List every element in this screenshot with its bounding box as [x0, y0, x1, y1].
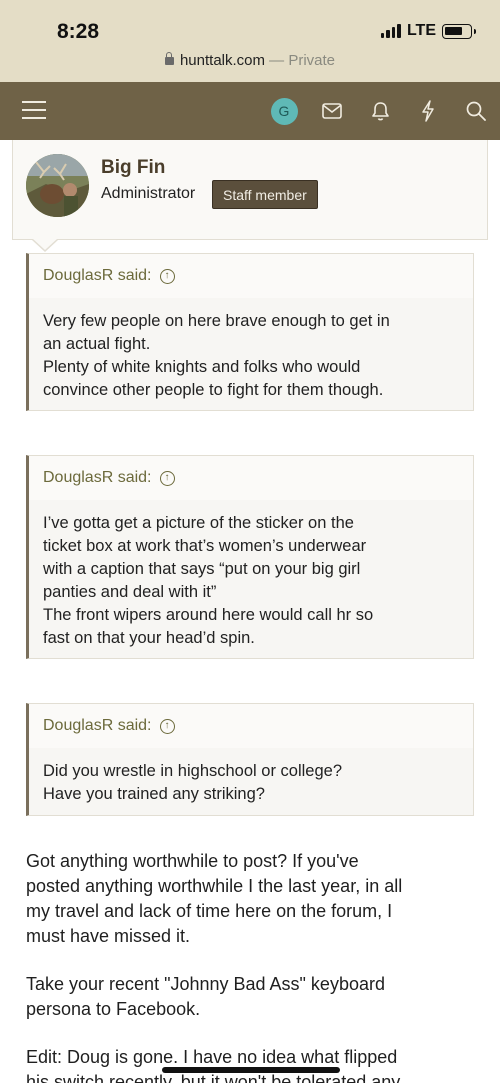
quote-block: DouglasR said: ↑ Very few people on here…	[26, 253, 474, 411]
post-line: Edit: Doug is gone. I have no idea what …	[26, 1047, 398, 1067]
quote-line: Very few people on here brave enough to …	[43, 312, 390, 330]
quote-block: DouglasR said: ↑ I’ve gotta get a pictur…	[26, 455, 474, 659]
private-mode-label: Private	[288, 52, 336, 69]
quote-attribution[interactable]: DouglasR said: ↑	[29, 456, 473, 500]
quote-text: Very few people on here brave enough to …	[29, 298, 473, 402]
address-bar[interactable]: hunttalk.com — Private	[0, 52, 500, 69]
user-avatar: G	[270, 97, 298, 125]
header-pointer-fill	[33, 239, 57, 250]
post-line: persona to Facebook.	[26, 999, 201, 1019]
post-line: my travel and lack of time here on the f…	[26, 901, 393, 921]
quote-attribution[interactable]: DouglasR said: ↑	[29, 704, 473, 748]
url-separator: —	[265, 52, 289, 69]
quote-author: DouglasR said:	[43, 267, 152, 284]
mail-icon[interactable]	[308, 82, 356, 140]
lock-icon	[164, 52, 174, 65]
jump-to-quote-icon[interactable]: ↑	[159, 470, 175, 486]
quote-line: The front wipers around here would call …	[43, 606, 374, 624]
quote-text: Did you wrestle in highschool or college…	[29, 748, 473, 806]
quote-line: panties and deal with it”	[43, 583, 217, 601]
status-indicators: LTE	[380, 22, 476, 40]
quote-author: DouglasR said:	[43, 469, 152, 486]
post-paragraph: Take your recent "Johnny Bad Ass" keyboa…	[26, 972, 474, 1022]
post-paragraph: Got anything worthwhile to post? If you'…	[26, 849, 474, 949]
post-line: his switch recently, but it won't be tol…	[26, 1072, 401, 1083]
quote-block: DouglasR said: ↑ Did you wrestle in high…	[26, 703, 474, 816]
post-line: Take your recent "Johnny Bad Ass" keyboa…	[26, 974, 385, 994]
url-domain: hunttalk.com	[179, 52, 265, 69]
menu-icon[interactable]	[22, 99, 46, 121]
network-label: LTE	[406, 22, 436, 39]
post-body: Got anything worthwhile to post? If you'…	[26, 849, 474, 1083]
jump-to-quote-icon[interactable]: ↑	[159, 718, 175, 734]
author-name[interactable]: Big Fin	[101, 157, 165, 179]
post-paragraph: Edit: Doug is gone. I have no idea what …	[26, 1045, 474, 1083]
browser-top-bar: 8:28 LTE hunttalk.com — Private	[0, 0, 500, 82]
post-author-header: Big Fin Administrator Staff member	[12, 140, 488, 240]
status-time: 8:28	[57, 20, 100, 43]
author-title: Administrator	[101, 185, 196, 202]
quote-line: Plenty of white knights and folks who wo…	[43, 358, 361, 376]
signal-icon	[380, 24, 401, 38]
quote-line: ticket box at work that’s women’s underw…	[43, 537, 367, 555]
account-button[interactable]: G	[260, 82, 308, 140]
nav-icons: G	[260, 82, 500, 140]
forum-navbar: G	[0, 82, 500, 140]
staff-badge: Staff member	[212, 180, 318, 209]
post-line: must have missed it.	[26, 926, 191, 946]
post-line: posted anything worthwhile I the last ye…	[26, 876, 403, 896]
post-line: Got anything worthwhile to post? If you'…	[26, 851, 359, 871]
home-indicator[interactable]	[162, 1067, 340, 1073]
battery-icon	[442, 23, 476, 39]
quote-attribution[interactable]: DouglasR said: ↑	[29, 254, 473, 298]
lightning-icon[interactable]	[404, 82, 452, 140]
quote-line: convince other people to fight for them …	[43, 381, 384, 399]
search-icon[interactable]	[452, 82, 500, 140]
quote-line: I’ve gotta get a picture of the sticker …	[43, 514, 354, 532]
quote-author: DouglasR said:	[43, 717, 152, 734]
jump-to-quote-icon[interactable]: ↑	[159, 268, 175, 284]
quote-line: with a caption that says “put on your bi…	[43, 560, 361, 578]
author-avatar[interactable]	[26, 154, 89, 217]
quote-line: an actual fight.	[43, 335, 151, 353]
quote-line: Did you wrestle in highschool or college…	[43, 762, 342, 780]
quote-line: Have you trained any striking?	[43, 785, 265, 803]
quote-line: fast on that your head’d spin.	[43, 629, 255, 647]
quote-text: I’ve gotta get a picture of the sticker …	[29, 500, 473, 650]
bell-icon[interactable]	[356, 82, 404, 140]
